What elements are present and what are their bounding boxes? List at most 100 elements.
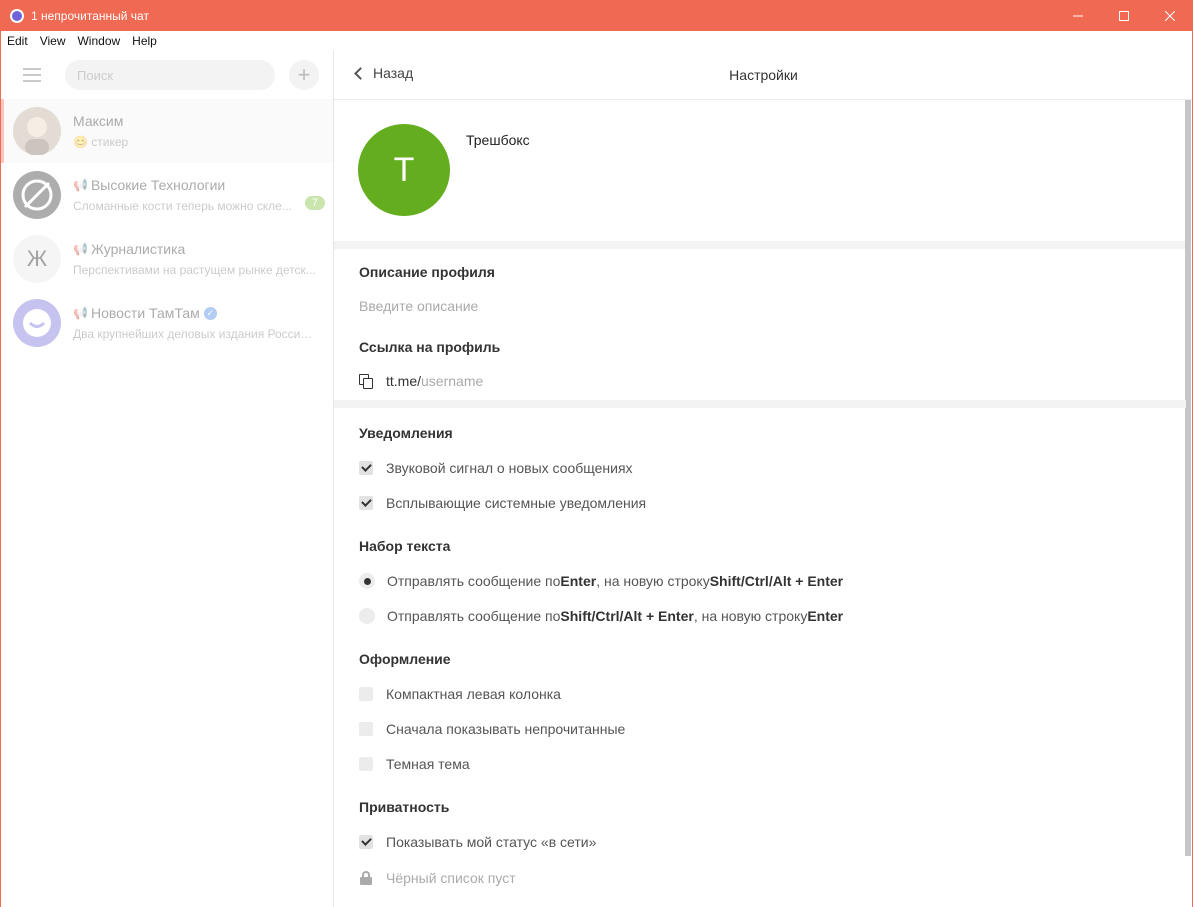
- radio-button[interactable]: [359, 573, 375, 589]
- option-label: Показывать мой статус «в сети»: [386, 834, 597, 850]
- avatar: [13, 299, 61, 347]
- option-text: Отправлять сообщение по: [387, 608, 561, 624]
- option-text: Отправлять сообщение по: [387, 573, 561, 589]
- maximize-icon: [1119, 10, 1129, 21]
- option-label: Темная тема: [386, 756, 470, 772]
- chat-preview: Сломанные кости теперь можно скле...: [73, 199, 292, 213]
- appearance-title: Оформление: [334, 651, 451, 669]
- chat-item-maksim[interactable]: Максим 😊 стикер: [1, 99, 333, 163]
- menu-icon[interactable]: [23, 68, 41, 82]
- chat-name: Журналистика: [90, 241, 186, 257]
- checkbox[interactable]: [359, 496, 373, 510]
- chat-name: Новости ТамТам: [90, 305, 200, 321]
- chat-sidebar: Поиск + Максим 😊 стикер 📢 Высокие Техноло…: [0, 51, 334, 907]
- divider: [334, 400, 1186, 408]
- lock-icon: [359, 871, 373, 885]
- checkbox[interactable]: [359, 835, 373, 849]
- close-icon: [1165, 10, 1175, 21]
- chat-name: Высокие Технологии: [90, 177, 226, 193]
- chat-preview: Перспективами на растущем рынке детск...: [73, 263, 316, 277]
- description-section-title: Описание профиля: [334, 264, 495, 282]
- divider: [334, 241, 1186, 249]
- checkbox[interactable]: [359, 461, 373, 475]
- chat-item-high-tech[interactable]: 📢 Высокие Технологии Сломанные кости тепе…: [1, 163, 333, 227]
- compact-column-option[interactable]: Компактная левая колонка: [334, 686, 561, 702]
- menu-edit[interactable]: Edit: [1, 34, 34, 48]
- avatar-letter: Ж: [26, 246, 48, 271]
- menu-bar: Edit View Window Help: [0, 31, 1193, 51]
- plus-icon: +: [297, 62, 311, 87]
- chat-preview: 😊 стикер: [73, 135, 129, 149]
- sidebar-header: Поиск +: [1, 51, 333, 99]
- radio-button[interactable]: [359, 608, 375, 624]
- typing-option-enter[interactable]: Отправлять сообщение по Enter, на новую …: [334, 573, 843, 589]
- close-button[interactable]: [1147, 0, 1193, 31]
- chat-item-tamtam-news[interactable]: 📢 Новости ТамТам ✓ Два крупнейших деловых …: [1, 291, 333, 355]
- profile-link-field[interactable]: tt.me/ username: [334, 373, 483, 389]
- avatar: Ж: [13, 235, 61, 283]
- menu-help[interactable]: Help: [126, 34, 163, 48]
- profile-avatar[interactable]: Т: [358, 124, 450, 216]
- menu-window[interactable]: Window: [71, 34, 126, 48]
- chat-preview: Два крупнейших деловых издания России...: [73, 327, 317, 341]
- chat-name: Максим: [73, 113, 124, 129]
- settings-panel: Назад Настройки Т Трешбокс Описание проф…: [334, 51, 1193, 907]
- profile-name[interactable]: Трешбокс: [466, 132, 530, 148]
- option-text: , на новую строку: [693, 608, 808, 624]
- minimize-button[interactable]: [1055, 0, 1101, 31]
- option-label: Компактная левая колонка: [386, 686, 561, 702]
- key-label: Shift/Ctrl/Alt + Enter: [709, 573, 844, 589]
- option-label: Звуковой сигнал о новых сообщениях: [386, 460, 633, 476]
- megaphone-icon: 📢: [73, 306, 88, 320]
- settings-header: Назад Настройки: [334, 51, 1192, 100]
- tamtam-logo-icon: [10, 8, 24, 23]
- description-placeholder: Введите описание: [359, 298, 479, 314]
- channel-logo-icon: [21, 179, 53, 211]
- megaphone-icon: 📢: [73, 242, 88, 256]
- chat-item-journalism[interactable]: Ж 📢 Журналистика Перспективами на растуще…: [1, 227, 333, 291]
- avatar: [13, 107, 61, 155]
- copy-icon[interactable]: [359, 374, 373, 389]
- unread-first-option[interactable]: Сначала показывать непрочитанные: [334, 721, 625, 737]
- section-title: Оформление: [359, 651, 451, 667]
- search-placeholder: Поиск: [77, 67, 114, 83]
- option-text: , на новую строку: [596, 573, 710, 589]
- page-title: Настройки: [729, 67, 798, 83]
- section-title: Приватность: [359, 799, 450, 815]
- section-title: Набор текста: [359, 538, 451, 554]
- profile-section: Т Трешбокс: [334, 100, 1192, 241]
- section-title: Ссылка на профиль: [359, 339, 501, 355]
- minimize-icon: [1073, 15, 1083, 16]
- new-chat-button[interactable]: +: [289, 60, 319, 90]
- dark-theme-option[interactable]: Темная тема: [334, 756, 470, 772]
- link-placeholder: username: [421, 373, 484, 389]
- section-title: Уведомления: [359, 425, 453, 441]
- online-status-option[interactable]: Показывать мой статус «в сети»: [334, 834, 596, 850]
- description-field[interactable]: Введите описание: [334, 298, 478, 316]
- checkbox[interactable]: [359, 722, 373, 736]
- avatar-letter: Т: [393, 150, 415, 189]
- maximize-button[interactable]: [1101, 0, 1147, 31]
- key-label: Enter: [560, 573, 597, 589]
- link-prefix: tt.me/: [386, 373, 422, 389]
- privacy-title: Приватность: [334, 799, 449, 817]
- typing-title: Набор текста: [334, 538, 450, 556]
- unread-badge: 7: [304, 196, 325, 210]
- typing-option-shift-enter[interactable]: Отправлять сообщение по Shift/Ctrl/Alt +…: [334, 608, 843, 624]
- checkbox[interactable]: [359, 757, 373, 771]
- menu-view[interactable]: View: [34, 34, 72, 48]
- megaphone-icon: 📢: [73, 178, 88, 192]
- blacklist-label: Чёрный список пуст: [386, 870, 516, 886]
- search-input[interactable]: Поиск: [65, 60, 275, 90]
- notif-sound-option[interactable]: Звуковой сигнал о новых сообщениях: [334, 460, 633, 476]
- tamtam-logo-icon: [23, 309, 51, 337]
- key-label: Shift/Ctrl/Alt + Enter: [560, 608, 694, 624]
- option-label: Всплывающие системные уведомления: [386, 495, 647, 511]
- notif-popup-option[interactable]: Всплывающие системные уведомления: [334, 495, 646, 511]
- verified-icon: ✓: [203, 306, 217, 320]
- key-label: Enter: [807, 608, 844, 624]
- title-bar: 1 непрочитанный чат: [0, 0, 1193, 31]
- avatar: [13, 171, 61, 219]
- checkbox[interactable]: [359, 687, 373, 701]
- blacklist-item[interactable]: Чёрный список пуст: [334, 870, 516, 886]
